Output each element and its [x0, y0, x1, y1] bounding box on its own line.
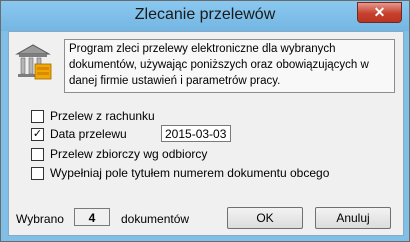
close-button[interactable]: ✕	[357, 2, 402, 23]
documents-label: dokumentów	[121, 212, 190, 226]
checkbox-wypelniaj-pole[interactable]	[31, 167, 44, 180]
bank-icon	[15, 42, 53, 82]
cancel-button[interactable]: Anuluj	[315, 207, 391, 229]
dialog-window: Zlecanie przelewów ✕ Program zleci przel…	[0, 0, 410, 242]
selected-count: 4	[74, 208, 110, 226]
checkbox-data-przelewu[interactable]: ✓	[31, 128, 44, 141]
dialog-body: Program zleci przelewy elektroniczne dla…	[8, 31, 404, 236]
info-text: Program zleci przelewy elektroniczne dla…	[64, 39, 395, 93]
option-label[interactable]: Wypełniaj pole tytułem numerem dokumentu…	[50, 166, 329, 180]
date-field[interactable]: 2015-03-03	[161, 125, 231, 142]
checkbox-przelew-zbiorczy[interactable]	[31, 148, 44, 161]
ok-button[interactable]: OK	[227, 207, 303, 229]
option-label[interactable]: Przelew zbiorczy wg odbiorcy	[50, 147, 207, 161]
checkbox-przelew-z-rachunku[interactable]	[31, 110, 44, 123]
title-bar[interactable]: Zlecanie przelewów ✕	[1, 1, 409, 31]
window-title: Zlecanie przelewów	[134, 6, 276, 23]
selected-label: Wybrano	[16, 212, 64, 226]
option-label[interactable]: Data przelewu	[50, 127, 127, 141]
option-label[interactable]: Przelew z rachunku	[50, 109, 155, 123]
